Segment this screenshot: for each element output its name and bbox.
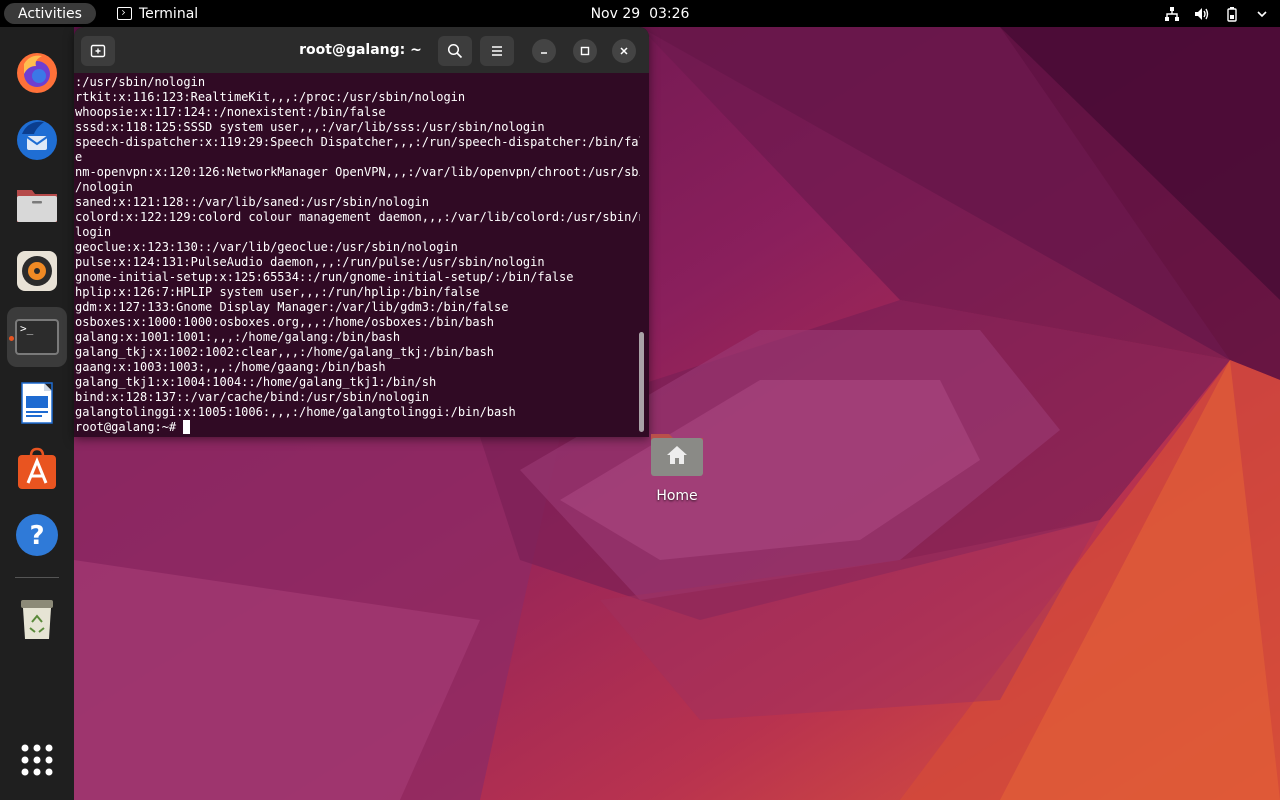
- terminal-line: hplip:x:126:7:HPLIP system user,,,:/run/…: [75, 285, 480, 299]
- dock-separator: [15, 577, 59, 578]
- dock-firefox[interactable]: [7, 43, 67, 103]
- terminal-line: speech-dispatcher:x:119:29:Speech Dispat…: [75, 135, 640, 149]
- terminal-line: pulse:x:124:131:PulseAudio daemon,,,:/ru…: [75, 255, 545, 269]
- terminal-line: bind:x:128:137::/var/cache/bind:/usr/sbi…: [75, 390, 430, 404]
- terminal-line: /nologin: [75, 180, 133, 194]
- dock-thunderbird[interactable]: [7, 109, 67, 169]
- terminal-line: nm-openvpn:x:120:126:NetworkManager Open…: [75, 165, 640, 179]
- shell-prompt: root@galang:~#: [75, 420, 184, 434]
- dock-writer[interactable]: [7, 373, 67, 433]
- writer-icon: [21, 382, 53, 424]
- search-button[interactable]: [438, 36, 472, 66]
- hamburger-menu-icon: [492, 46, 502, 56]
- software-icon: [18, 447, 56, 489]
- dock-files[interactable]: [7, 175, 67, 235]
- system-tray[interactable]: [1164, 0, 1270, 27]
- new-tab-button[interactable]: [81, 36, 115, 66]
- terminal-line: gdm:x:127:133:Gnome Display Manager:/var…: [75, 300, 509, 314]
- terminal-window[interactable]: root@galang: ~ :/usr/sbin/nologin rtkit:…: [74, 27, 649, 437]
- terminal-title: root@galang: ~: [74, 27, 649, 73]
- dock: >_ ?: [0, 27, 74, 800]
- dock-software[interactable]: [7, 439, 67, 499]
- terminal-icon: >_: [15, 319, 59, 355]
- terminal-line: colord:x:122:129:colord colour managemen…: [75, 210, 640, 224]
- terminal-line: galang_tkj:x:1002:1002:clear,,,:/home/ga…: [75, 345, 495, 359]
- app-menu-label: Terminal: [139, 5, 199, 22]
- home-label: Home: [656, 488, 698, 504]
- terminal-glyph: >_: [20, 322, 34, 335]
- activities-button[interactable]: Activities: [4, 3, 96, 24]
- terminal-line: galang_tkj1:x:1004:1004::/home/galang_tk…: [75, 375, 437, 389]
- minimize-button[interactable]: [532, 39, 556, 63]
- thunderbird-icon: [17, 120, 57, 160]
- terminal-line: galang:x:1001:1001:,,,:/home/galang:/bin…: [75, 330, 401, 344]
- terminal-line: osboxes:x:1000:1000:osboxes.org,,,:/home…: [75, 315, 495, 329]
- terminal-line: :/usr/sbin/nologin: [75, 75, 206, 89]
- home-folder-icon: [651, 434, 703, 476]
- clock-button[interactable]: Nov 29 03:26: [591, 6, 690, 22]
- terminal-line: sssd:x:118:125:SSSD system user,,,:/var/…: [75, 120, 545, 134]
- top-bar: Activities Terminal Nov 29 03:26: [0, 0, 1280, 27]
- terminal-line: saned:x:121:128::/var/lib/saned:/usr/sbi…: [75, 195, 430, 209]
- terminal-line: galangtolinggi:x:1005:1006:,,,:/home/gal…: [75, 405, 516, 419]
- terminal-prompt-line[interactable]: root@galang:~#: [75, 420, 640, 435]
- activities-label: Activities: [18, 5, 82, 22]
- dock-terminal[interactable]: >_: [7, 307, 67, 367]
- svg-text:?: ?: [29, 521, 44, 551]
- dock-trash[interactable]: [7, 589, 67, 649]
- terminal-line: whoopsie:x:117:124::/nonexistent:/bin/fa…: [75, 105, 386, 119]
- maximize-button[interactable]: [573, 39, 597, 63]
- files-icon: [17, 190, 57, 222]
- volume-icon: [1195, 7, 1209, 20]
- app-menu[interactable]: Terminal: [117, 0, 198, 27]
- terminal-output[interactable]: :/usr/sbin/nologin rtkit:x:116:123:Realti…: [75, 75, 640, 435]
- close-button[interactable]: [612, 39, 636, 63]
- terminal-line: gaang:x:1003:1003:,,,:/home/gaang:/bin/b…: [75, 360, 386, 374]
- search-icon: [447, 43, 463, 59]
- terminal-app-icon: [117, 7, 132, 20]
- text-cursor: [183, 420, 191, 434]
- desktop-home-icon[interactable]: Home: [642, 426, 712, 508]
- terminal-line: gnome-initial-setup:x:125:65534::/run/gn…: [75, 270, 574, 284]
- network-icon: [1165, 6, 1179, 21]
- trash-icon: [21, 600, 53, 639]
- terminal-scrollbar[interactable]: [639, 332, 644, 432]
- terminal-title-text: root@galang: ~: [299, 42, 422, 58]
- new-tab-icon: [90, 44, 106, 58]
- clock-time: 03:26: [649, 5, 690, 22]
- dock-rhythmbox[interactable]: [7, 241, 67, 301]
- terminal-line: e: [75, 150, 83, 164]
- menu-button[interactable]: [480, 36, 514, 66]
- rhythmbox-icon: [17, 251, 57, 291]
- dock-show-apps[interactable]: [7, 730, 67, 790]
- close-icon: [620, 47, 628, 55]
- terminal-line: geoclue:x:123:130::/var/lib/geoclue:/usr…: [75, 240, 458, 254]
- app-grid-icon: [21, 744, 53, 776]
- battery-icon: [1227, 6, 1237, 22]
- minimize-icon: [541, 52, 547, 54]
- help-icon: ?: [16, 514, 58, 556]
- dock-help[interactable]: ?: [7, 505, 67, 565]
- terminal-line: rtkit:x:116:123:RealtimeKit,,,:/proc:/us…: [75, 90, 466, 104]
- chevron-down-icon: [1257, 10, 1267, 17]
- clock-date: Nov 29: [590, 5, 641, 22]
- running-indicator: [9, 336, 14, 341]
- firefox-icon: [17, 53, 57, 93]
- maximize-icon: [580, 46, 590, 56]
- terminal-line: login: [75, 225, 112, 239]
- terminal-headerbar[interactable]: root@galang: ~: [74, 27, 649, 73]
